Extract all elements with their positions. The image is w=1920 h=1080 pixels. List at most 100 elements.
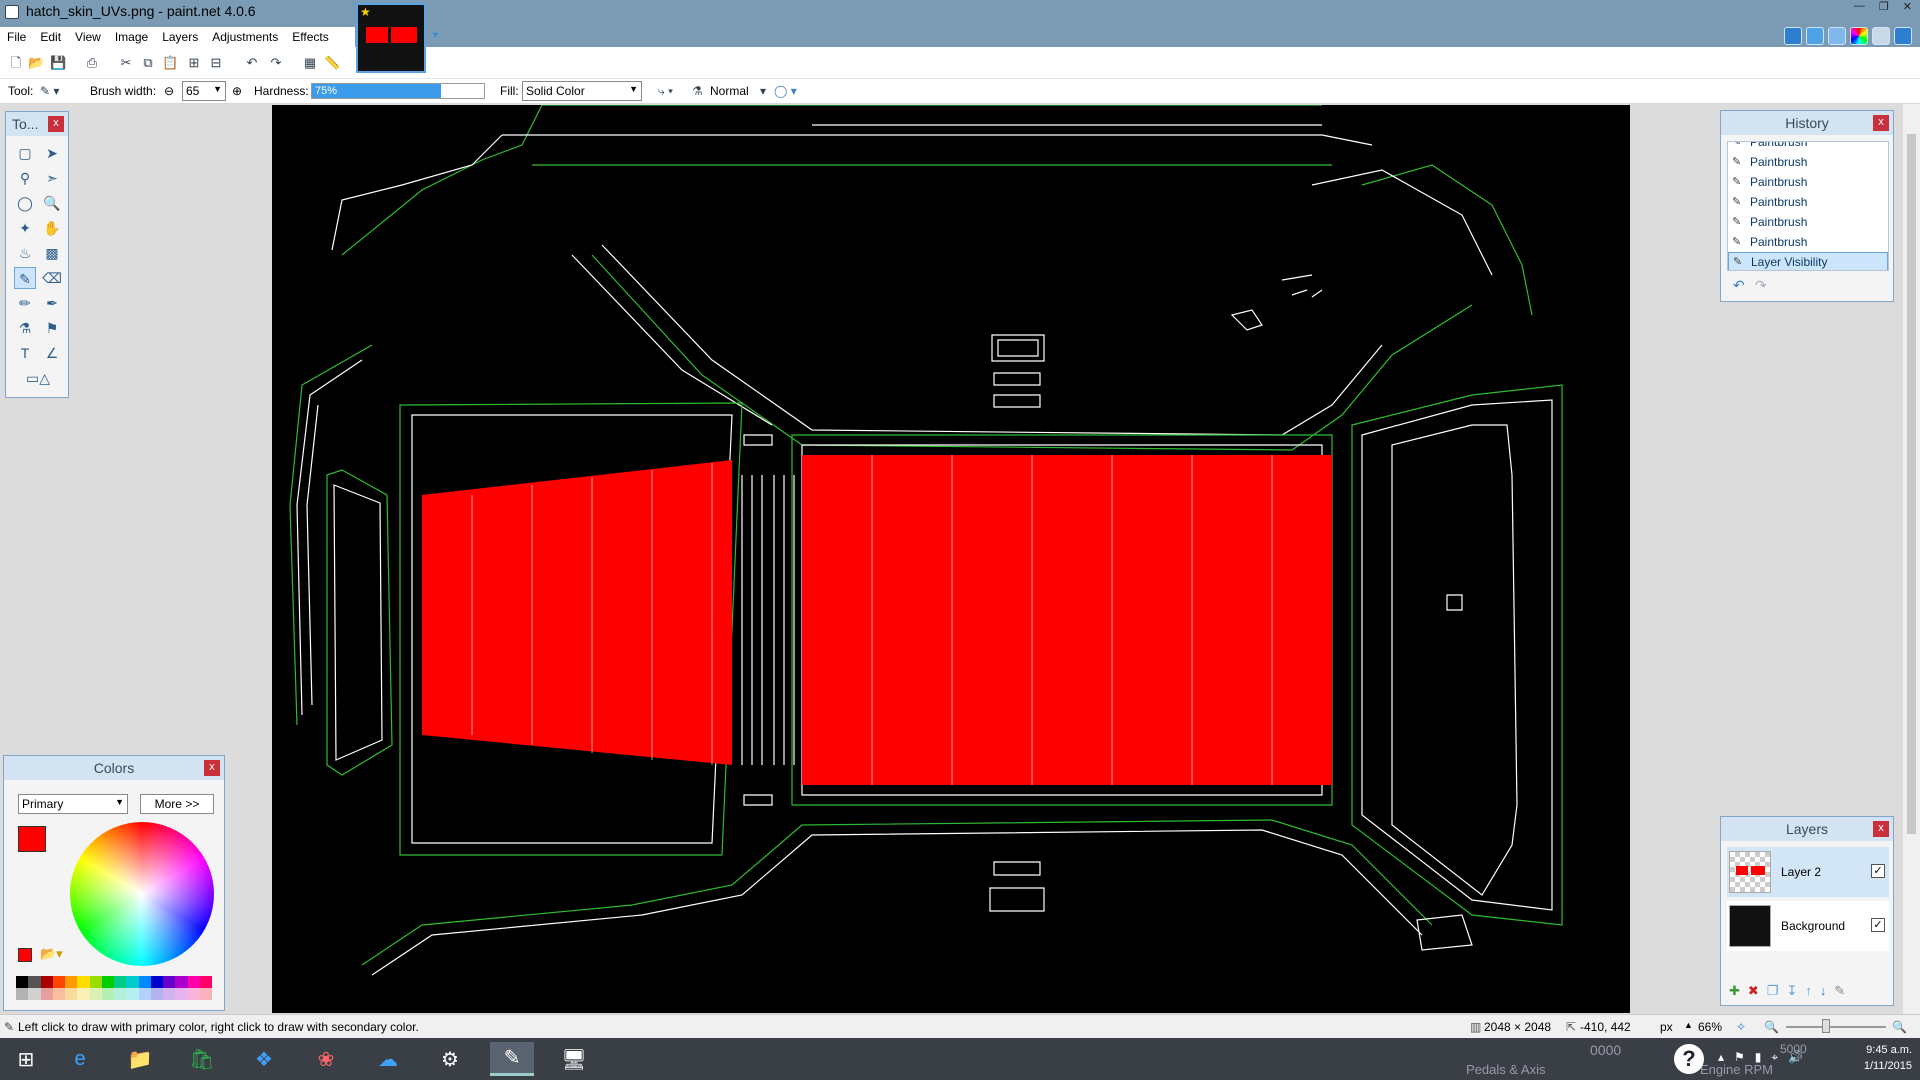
layer-row-layer2[interactable]: Layer 2 ✓ [1727, 847, 1889, 897]
paintbrush-tool-icon[interactable]: ✎ ▾ [40, 84, 59, 98]
help-icon[interactable] [1894, 27, 1912, 45]
volume-icon[interactable]: 🔊 [1788, 1050, 1803, 1065]
move-selected-icon[interactable]: ➣ [41, 167, 63, 189]
settings-icon[interactable] [1872, 27, 1890, 45]
open-icon[interactable]: 📂 [28, 55, 44, 70]
tray-flag-icon[interactable]: ⚑ [1734, 1050, 1745, 1065]
minimize-button[interactable]: — [1854, 0, 1865, 13]
hardness-slider[interactable]: 75% [311, 83, 485, 99]
brush-decrease-icon[interactable]: ⊖ [164, 84, 174, 98]
close-history-icon[interactable]: x [1873, 115, 1889, 131]
tools-toggle-icon[interactable] [1784, 27, 1802, 45]
zoom-icon[interactable]: 🔍 [41, 192, 63, 214]
text-icon[interactable]: T [14, 342, 36, 364]
primary-color-swatch[interactable] [18, 826, 46, 852]
internet-explorer-icon[interactable]: e [58, 1042, 102, 1076]
close-window-button[interactable]: ✕ [1903, 0, 1912, 13]
history-item[interactable]: ✎ Paintbrush [1728, 212, 1888, 232]
scroll-thumb[interactable] [1907, 134, 1916, 834]
history-item[interactable]: ✎ Paintbrush [1728, 172, 1888, 192]
menu-view[interactable]: View [68, 30, 108, 44]
history-undo-icon[interactable]: ↶ [1733, 277, 1745, 294]
merge-layer-icon[interactable]: ↧ [1786, 983, 1797, 999]
recolor-icon[interactable]: ⚑ [41, 317, 63, 339]
move-down-icon[interactable]: ↓ [1820, 983, 1827, 999]
recent-color-swatch[interactable] [18, 948, 32, 962]
add-layer-icon[interactable]: ✚ [1729, 983, 1740, 999]
zoom-in-icon[interactable]: 🔍 [1892, 1020, 1907, 1034]
colors-toggle-icon[interactable] [1850, 27, 1868, 45]
layer-visibility-checkbox[interactable]: ✓ [1871, 864, 1885, 878]
pencil-icon[interactable]: ✏ [14, 292, 36, 314]
ellipse-select-icon[interactable]: ◯ [14, 192, 36, 214]
menu-file[interactable]: File [0, 30, 33, 44]
close-tools-icon[interactable]: x [48, 116, 64, 132]
layer-properties-icon[interactable]: ✎ [1834, 983, 1845, 999]
blend-mode-icon[interactable]: ⚗ [692, 84, 703, 98]
pan-icon[interactable]: ✋ [41, 217, 63, 239]
lasso-icon[interactable]: ⚲ [14, 167, 36, 189]
ruler-icon[interactable]: 📏 [324, 55, 340, 70]
file-explorer-icon[interactable]: 📁 [118, 1042, 162, 1076]
menu-layers[interactable]: Layers [155, 30, 205, 44]
battery-icon[interactable]: ▮ [1755, 1050, 1762, 1065]
fill-combo[interactable]: Solid Color ▼ [522, 81, 642, 101]
menu-edit[interactable]: Edit [33, 30, 68, 44]
onedrive-icon[interactable]: ☁ [366, 1042, 410, 1076]
tray-arrow-icon[interactable]: ▴ [1718, 1050, 1724, 1065]
copy-icon[interactable]: ⧉ [140, 55, 156, 70]
move-up-icon[interactable]: ↑ [1805, 983, 1812, 999]
clock[interactable]: 9:45 a.m. 1/11/2015 [1864, 1042, 1912, 1074]
tab-dropdown-icon[interactable]: ▼ [431, 30, 440, 40]
print-icon[interactable]: ⎙ [84, 55, 100, 70]
menu-adjustments[interactable]: Adjustments [205, 30, 285, 44]
blend-mode-value[interactable]: Normal [710, 84, 749, 98]
layers-toggle-icon[interactable] [1828, 27, 1846, 45]
gradient-icon[interactable]: ▩ [41, 242, 63, 264]
menu-image[interactable]: Image [108, 30, 155, 44]
alpha-icon[interactable]: ◯ ▾ [774, 84, 797, 98]
zoom-out-icon[interactable]: 🔍 [1764, 1020, 1779, 1034]
restore-button[interactable]: ❐ [1879, 0, 1889, 13]
color-mode-combo[interactable]: Primary ▼ [18, 794, 128, 814]
color-wheel[interactable] [70, 822, 214, 966]
remote-desktop-icon[interactable]: 🖥 [552, 1042, 596, 1076]
history-item[interactable]: ✎ Paintbrush [1728, 232, 1888, 252]
brush-width-combo[interactable]: 65 ▼ [182, 81, 226, 101]
steam-icon[interactable]: ⚙ [428, 1042, 472, 1076]
blend-chevron-icon[interactable]: ▾ [760, 84, 766, 98]
palette-menu-icon[interactable]: 📂▾ [40, 946, 63, 962]
new-icon[interactable]: 🗋 [8, 55, 24, 70]
units-selector[interactable]: px [1660, 1020, 1673, 1034]
magic-wand-icon[interactable]: ✦ [14, 217, 36, 239]
history-item[interactable]: ✎ Paintbrush [1728, 192, 1888, 212]
paste-icon[interactable]: 📋 [162, 55, 178, 70]
duplicate-layer-icon[interactable]: ❐ [1767, 983, 1779, 999]
image-canvas[interactable] [272, 105, 1630, 1013]
store-icon[interactable]: 🛍 [180, 1042, 224, 1076]
color-palette[interactable] [16, 976, 212, 988]
picasa-icon[interactable]: ❀ [304, 1042, 348, 1076]
shapes-icon[interactable]: ▭△ [14, 367, 62, 389]
layer-row-background[interactable]: Background ✓ [1727, 901, 1889, 951]
brush-increase-icon[interactable]: ⊕ [232, 84, 242, 98]
save-icon[interactable]: 💾 [50, 55, 66, 70]
redo-icon[interactable]: ↷ [268, 55, 284, 70]
color-picker-icon[interactable]: ✒ [41, 292, 63, 314]
cut-icon[interactable]: ✂ [118, 55, 134, 70]
document-tab[interactable]: ★ [356, 3, 426, 73]
help-tray-icon[interactable]: ? [1674, 1044, 1704, 1074]
layer-visibility-checkbox[interactable]: ✓ [1871, 918, 1885, 932]
history-item-selected[interactable]: ✎ Layer Visibility [1728, 252, 1888, 270]
line-curve-icon[interactable]: ∠ [41, 342, 63, 364]
paintnet-taskbar-icon[interactable]: ✎ [490, 1042, 534, 1076]
grid-icon[interactable]: ▦ [302, 55, 318, 70]
menu-effects[interactable]: Effects [285, 30, 335, 44]
network-icon[interactable]: ⌖ [1771, 1050, 1778, 1065]
rect-select-icon[interactable]: ▢ [14, 142, 36, 164]
history-item[interactable]: ✎ Paintbrush [1728, 152, 1888, 172]
history-item[interactable]: ✎ Paintbrush [1728, 142, 1888, 152]
more-colors-button[interactable]: More >> [140, 794, 214, 814]
clone-stamp-icon[interactable]: ⚗ [14, 317, 36, 339]
zoom-fit-icon[interactable]: ✧ [1736, 1020, 1746, 1034]
